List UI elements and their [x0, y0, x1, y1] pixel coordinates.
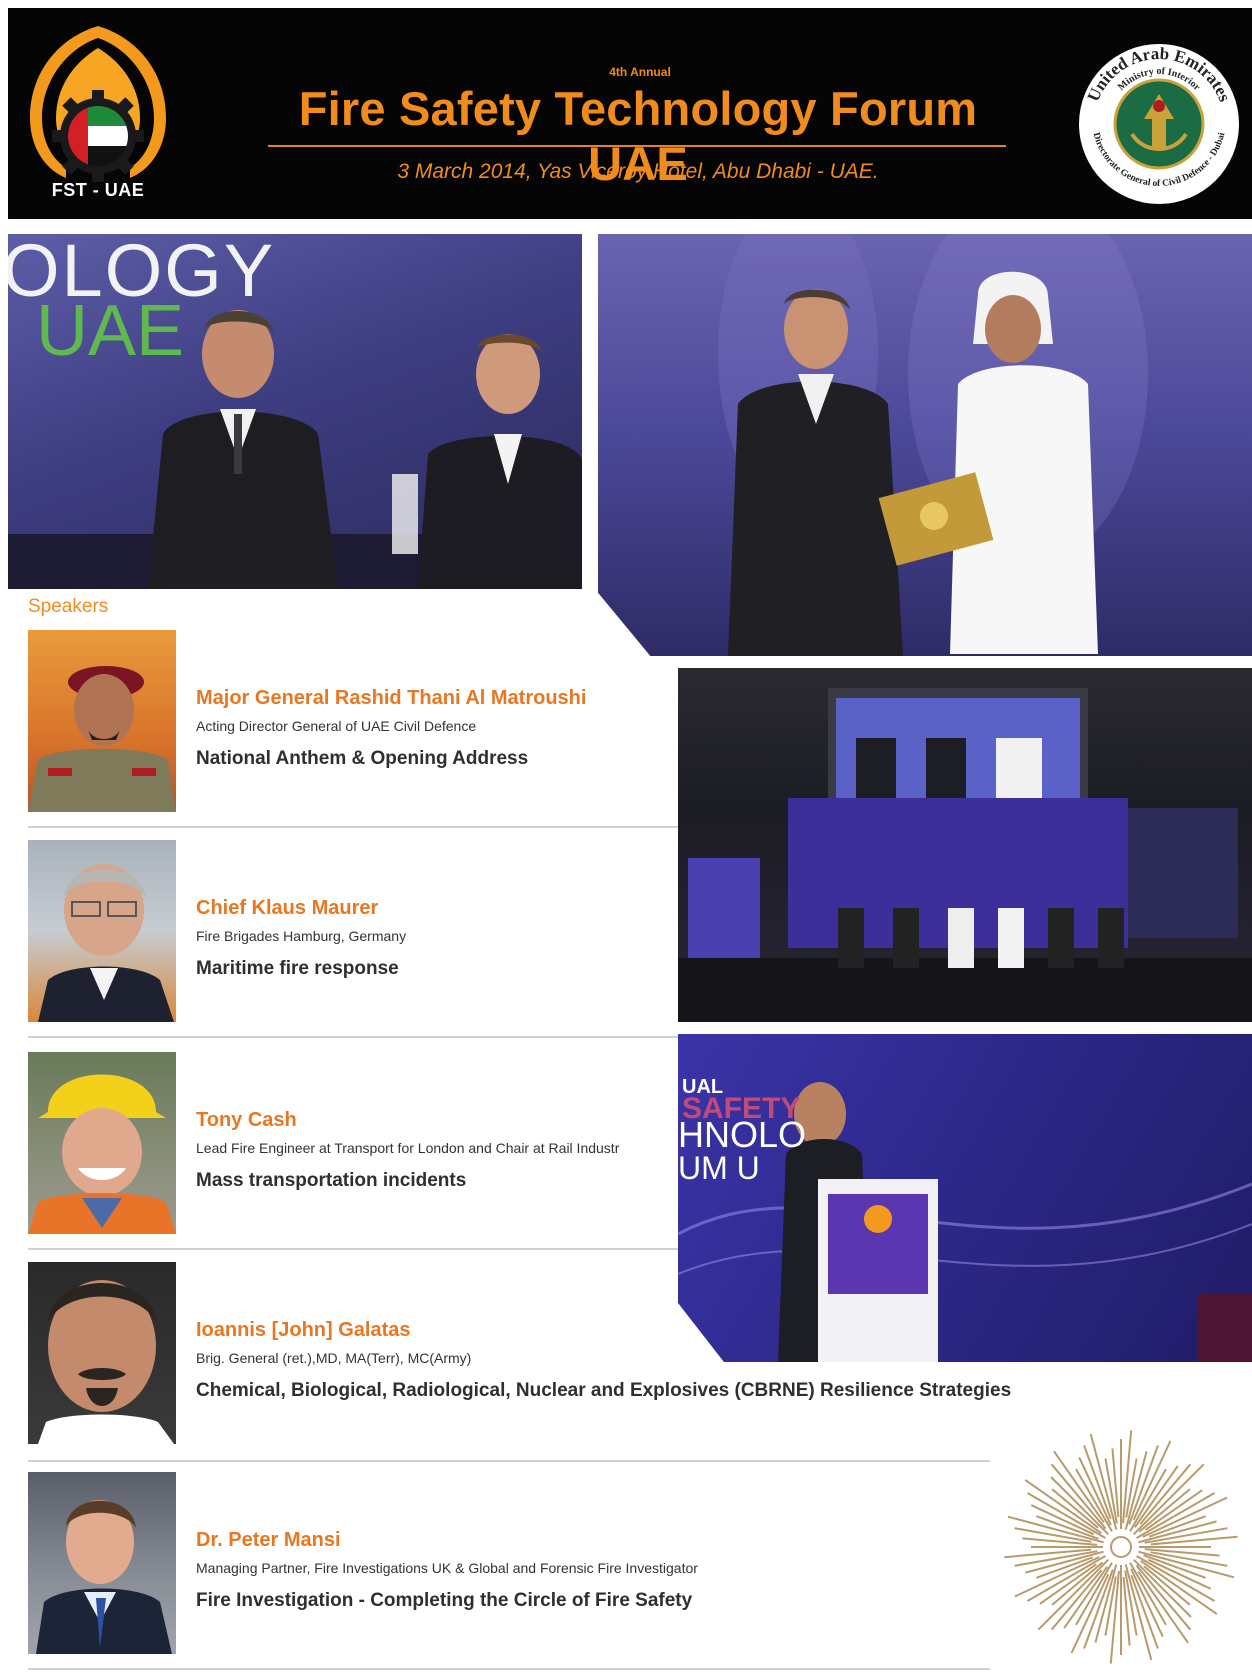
speaker-name: Chief Klaus Maurer: [196, 897, 379, 919]
speaker-card: Dr. Peter Mansi Managing Partner, Fire I…: [28, 1472, 848, 1657]
stage-overview-photo: [678, 668, 1252, 1022]
speaker-role: Acting Director General of UAE Civil Def…: [196, 718, 477, 734]
award-scene-illustration: [718, 234, 1148, 656]
speaker-name: Ioannis [John] Galatas: [196, 1319, 411, 1341]
speaker-divider: [28, 1460, 990, 1462]
speaker-divider: [28, 1668, 990, 1670]
logo-caption: FST - UAE: [51, 180, 145, 200]
sunburst-ray: [1145, 1489, 1203, 1531]
speaker-role: Managing Partner, Fire Investigations UK…: [196, 1560, 698, 1576]
panel-speakers-illustration: [8, 310, 582, 589]
award-presentation-photo: [598, 234, 1252, 656]
speaker-photo: [28, 1262, 176, 1444]
speaker-card: Ioannis [John] Galatas Brig. General (re…: [28, 1262, 1068, 1447]
speaker-divider: [28, 1036, 678, 1038]
speaker-photo: [28, 1472, 176, 1654]
panel-discussion-photo: OLOGY UAE: [8, 234, 582, 589]
speaker-role: Fire Brigades Hamburg, Germany: [196, 928, 407, 944]
speaker-photo: [28, 840, 176, 1022]
edition-label: 4th Annual: [609, 65, 671, 79]
speaker-role: Lead Fire Engineer at Transport for Lond…: [196, 1140, 620, 1156]
speaker-name: Dr. Peter Mansi: [196, 1529, 341, 1551]
sunburst-ray: [1150, 1535, 1238, 1546]
stage-scene-illustration: [678, 688, 1252, 1022]
speaker-topic: Chemical, Biological, Radiological, Nucl…: [196, 1380, 1012, 1401]
speaker-topic: Maritime fire response: [196, 958, 399, 979]
sunburst-ray: [1039, 1563, 1097, 1605]
sunburst-ray: [1004, 1548, 1092, 1559]
speaker-divider: [28, 826, 678, 828]
civil-defence-seal: United Arab Emirates Ministry of Interio…: [1079, 44, 1239, 204]
speaker-topic: Mass transportation incidents: [196, 1170, 467, 1191]
speaker-photo: [28, 1052, 176, 1234]
speakers-heading: Speakers: [28, 596, 109, 617]
sunburst-ray: [1128, 1445, 1159, 1525]
event-date-venue: 3 March 2014, Yas Viceroy Hotel, Abu Dha…: [397, 160, 879, 183]
speaker-photo: [28, 630, 176, 812]
speaker-card: Chief Klaus Maurer Fire Brigades Hamburg…: [28, 840, 688, 1025]
title-divider: [268, 145, 1006, 147]
speaker-topic: Fire Investigation - Completing the Circ…: [196, 1590, 693, 1611]
podium-banner-text-4: UM U: [678, 1150, 760, 1186]
sunburst-ray: [1083, 1569, 1114, 1649]
speaker-divider: [28, 1248, 678, 1250]
speaker-role: Brig. General (ret.),MD, MA(Terr), MC(Ar…: [196, 1350, 472, 1366]
speaker-card: Tony Cash Lead Fire Engineer at Transpor…: [28, 1052, 688, 1237]
speaker-name: Major General Rashid Thani Al Matroushi: [196, 687, 587, 709]
sunburst-emblem: [1004, 1430, 1238, 1664]
speaker-card: Major General Rashid Thani Al Matroushi …: [28, 630, 688, 815]
header-banner: FST - UAE 4th Annual Fire Safety Technol…: [8, 8, 1252, 219]
speaker-name: Tony Cash: [196, 1109, 297, 1131]
speaker-topic: National Anthem & Opening Address: [196, 748, 529, 769]
